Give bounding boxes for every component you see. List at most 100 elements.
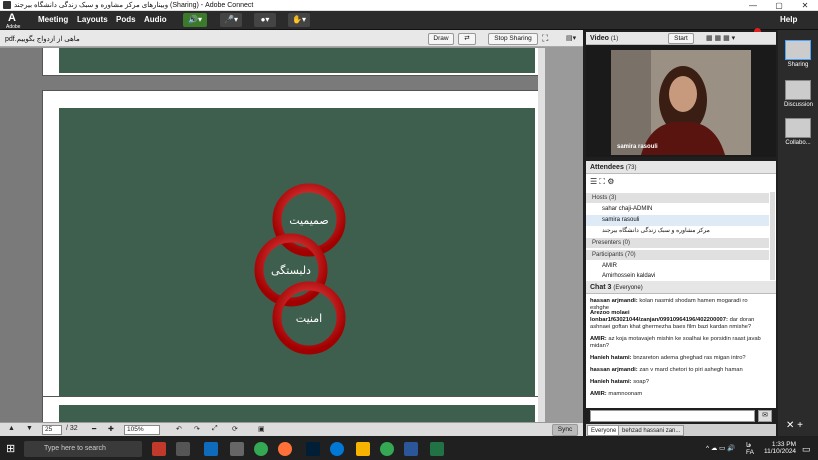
app-icon[interactable] bbox=[230, 442, 244, 456]
webcam-feed: samira rasouli bbox=[611, 50, 751, 155]
app-icon[interactable] bbox=[176, 442, 190, 456]
redo-icon[interactable]: ↷ bbox=[194, 425, 200, 433]
slide-word-intimacy: صمیمیت bbox=[289, 214, 329, 227]
page-previous bbox=[42, 48, 538, 76]
stop-sharing-button[interactable]: Stop Sharing bbox=[488, 33, 538, 45]
chrome-icon[interactable] bbox=[254, 442, 268, 456]
chat-message: AMIR: az koja motavajeh mishin ke soalha… bbox=[590, 336, 761, 349]
page-down-icon[interactable]: ▼ bbox=[26, 425, 33, 432]
raise-hand-icon[interactable]: ✋▾ bbox=[288, 13, 310, 27]
menu-meeting[interactable]: Meeting bbox=[38, 15, 68, 24]
hosts-section[interactable]: Hosts (3) bbox=[586, 193, 769, 203]
draw-button[interactable]: Draw bbox=[428, 33, 454, 45]
sync-button[interactable]: Sync bbox=[552, 424, 578, 436]
chat-pod: hassan arjmandi: kolan nasmid shodam ham… bbox=[586, 294, 776, 408]
slide-word-security: امنیت bbox=[296, 312, 322, 325]
page-next bbox=[42, 396, 538, 422]
page-up-icon[interactable]: ▲ bbox=[8, 425, 15, 432]
taskbar: ⊞ Type here to search ^ ☁ ▭ 🔊 فا FA 1:33 … bbox=[0, 438, 818, 460]
tray-icons[interactable]: ^ ☁ ▭ 🔊 bbox=[706, 444, 735, 452]
help-menu[interactable]: Help bbox=[780, 15, 797, 24]
attendee-scrollbar[interactable] bbox=[770, 192, 775, 280]
video-layout-icon[interactable]: ▦ ▦ ▦ ▾ bbox=[706, 32, 735, 45]
tab-everyone[interactable]: Everyone bbox=[587, 425, 621, 436]
document-scrollbar[interactable] bbox=[538, 48, 545, 422]
document-viewer[interactable]: صمیمیت دلبستگی امنیت bbox=[0, 48, 538, 422]
chat-message: Hanieh hatami: bnzareton adema gheghad r… bbox=[590, 355, 746, 361]
send-icon[interactable]: ✉ bbox=[758, 410, 772, 422]
layout-discussion[interactable]: Discussion bbox=[784, 80, 813, 108]
excel-icon[interactable] bbox=[430, 442, 444, 456]
app-icon[interactable] bbox=[152, 442, 166, 456]
zoom-out-icon[interactable]: ━ bbox=[92, 425, 96, 433]
share-pod-header: pdf.ماهی از ازدواج بگوییم Draw ⇄ Stop Sh… bbox=[0, 30, 583, 47]
page-total: / 32 bbox=[66, 425, 78, 432]
chrome-icon[interactable] bbox=[380, 442, 394, 456]
start-video-button[interactable]: Start bbox=[668, 33, 694, 44]
clock[interactable]: 1:33 PM 11/10/2024 bbox=[764, 441, 796, 455]
attendee-view-icons[interactable]: ☰ ⛶ ⚙ bbox=[590, 177, 614, 187]
language-indicator[interactable]: فا FA bbox=[746, 441, 754, 456]
sync-icon[interactable]: ⇄ bbox=[458, 33, 476, 45]
notifications-icon[interactable]: ▭ bbox=[802, 444, 811, 455]
layouts-bar: Sharing Discussion Collabo... ✕ + bbox=[778, 30, 818, 436]
page-number-input[interactable]: 25 bbox=[42, 425, 62, 435]
tab-private-chat[interactable]: behzad hassani zan... bbox=[618, 425, 685, 436]
title-bar: وبینارهای مرکز مشاوره و سبک زندگی دانشگا… bbox=[0, 0, 818, 11]
word-icon[interactable] bbox=[404, 442, 418, 456]
speaker-icon[interactable]: 🔊▾ bbox=[183, 13, 207, 27]
host-row[interactable]: samira rasouli bbox=[586, 215, 769, 226]
video-name-label: samira rasouli bbox=[617, 144, 658, 150]
close-button[interactable]: ✕ bbox=[792, 0, 818, 11]
photoshop-icon[interactable] bbox=[306, 442, 320, 456]
document-toolbar: ▲ ▼ 25 / 32 ━ ✚ 105% ↶ ↷ ⤢ ⟳ ▣ Sync bbox=[0, 422, 583, 436]
menu-pods[interactable]: Pods bbox=[116, 15, 136, 24]
participants-section[interactable]: Participants (70) bbox=[586, 250, 769, 260]
arrow-cycle-graphic: صمیمیت دلبستگی امنیت bbox=[254, 183, 346, 355]
maximize-button[interactable]: ▢ bbox=[766, 0, 792, 11]
adobe-logo: A Adobe bbox=[6, 12, 21, 31]
undo-icon[interactable]: ↶ bbox=[176, 425, 182, 433]
host-row[interactable]: sahar chaji-ADMIN bbox=[586, 204, 769, 215]
fit-icon[interactable]: ⤢ bbox=[212, 425, 218, 433]
page-current: صمیمیت دلبستگی امنیت bbox=[42, 90, 538, 413]
explorer-icon[interactable] bbox=[356, 442, 370, 456]
layout-collaboration[interactable]: Collabo... bbox=[784, 118, 812, 146]
microphone-icon[interactable]: 🎤▾ bbox=[220, 13, 242, 27]
chat-message: Arezoo molaei lonbar1f63021044/zanjan/09… bbox=[590, 310, 755, 330]
chat-message: hassan arjmandi: zan v mard chetori to p… bbox=[590, 367, 743, 373]
menu-audio[interactable]: Audio bbox=[144, 15, 167, 24]
chat-pod-header: Chat 3 (Everyone) bbox=[586, 281, 776, 294]
windows-start-icon[interactable]: ⊞ bbox=[6, 442, 15, 455]
presenters-section[interactable]: Presenters (0) bbox=[586, 238, 769, 248]
taskbar-search[interactable]: Type here to search bbox=[24, 441, 142, 457]
rotate-icon[interactable]: ⟳ bbox=[232, 425, 238, 433]
attendees-pod: ☰ ⛶ ⚙ Hosts (3) sahar chaji-ADMIN samira… bbox=[586, 174, 776, 281]
fullscreen-icon[interactable]: ⛶ bbox=[542, 33, 548, 44]
pod-options-icon[interactable]: ▤▾ bbox=[566, 34, 576, 42]
chat-input[interactable] bbox=[590, 410, 755, 422]
minimize-button[interactable]: — bbox=[740, 0, 766, 11]
mail-icon[interactable] bbox=[204, 442, 218, 456]
layouts-tools-icon[interactable]: ✕ + bbox=[786, 420, 803, 431]
zoom-select[interactable]: 105% bbox=[124, 425, 160, 435]
document-filename: pdf.ماهی از ازدواج بگوییم bbox=[5, 36, 80, 43]
chat-tabs: Everyone behzad hassani zan... bbox=[586, 424, 776, 436]
chat-message: AMIR: mamnoonam bbox=[590, 391, 643, 397]
app-icon bbox=[3, 1, 11, 9]
webcam-icon[interactable]: ●▾ bbox=[254, 13, 276, 27]
video-pod-header: Video (1) Start ▦ ▦ ▦ ▾ bbox=[586, 32, 776, 45]
layout-sharing[interactable]: Sharing bbox=[784, 40, 812, 68]
slide: صمیمیت دلبستگی امنیت bbox=[59, 108, 535, 396]
annotation-icon[interactable]: ▣ bbox=[258, 425, 265, 433]
edge-icon[interactable] bbox=[330, 442, 344, 456]
firefox-icon[interactable] bbox=[278, 442, 292, 456]
video-pod: samira rasouli bbox=[586, 45, 776, 157]
chat-message: Hanieh hatami: soap? bbox=[590, 379, 649, 385]
attendees-pod-header: Attendees (73) bbox=[586, 161, 776, 174]
host-row[interactable]: مرکز مشاوره و سبک زندگی دانشگاه بیرجند bbox=[586, 226, 769, 237]
menu-bar: A Adobe Meeting Layouts Pods Audio 🔊▾ 🎤▾ … bbox=[0, 11, 818, 35]
window-title: وبینارهای مرکز مشاوره و سبک زندگی دانشگا… bbox=[14, 2, 254, 9]
zoom-in-icon[interactable]: ✚ bbox=[108, 425, 114, 433]
menu-layouts[interactable]: Layouts bbox=[77, 15, 108, 24]
